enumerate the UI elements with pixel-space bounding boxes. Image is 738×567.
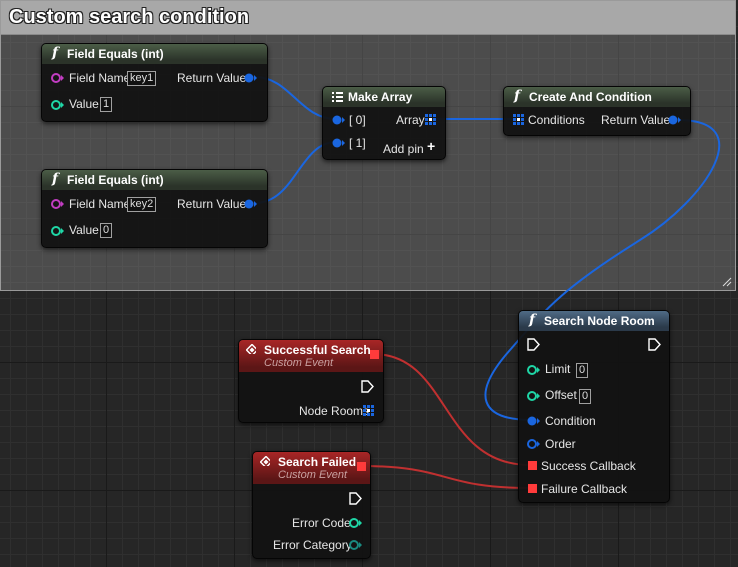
return-value-label: Return Value bbox=[177, 71, 247, 85]
field-name-input[interactable]: key1 bbox=[127, 71, 157, 86]
node-title: Successful Search bbox=[264, 343, 371, 357]
error-code-label: Error Code bbox=[292, 516, 351, 530]
value-input[interactable]: 1 bbox=[100, 97, 113, 112]
function-icon: f bbox=[52, 171, 59, 187]
array-pin-icon[interactable] bbox=[425, 114, 436, 125]
event-icon bbox=[246, 344, 256, 354]
int-pin-icon[interactable] bbox=[349, 517, 363, 529]
array-icon bbox=[332, 92, 343, 102]
exec-in-pin-icon[interactable] bbox=[527, 338, 540, 351]
return-value-label: Return Value bbox=[601, 113, 671, 127]
field-name-label: Field Name bbox=[69, 197, 131, 211]
struct-pin-icon[interactable] bbox=[332, 137, 346, 149]
node-rooms-label: Node Rooms bbox=[299, 404, 370, 418]
add-icon[interactable]: + bbox=[427, 138, 435, 154]
node-header[interactable]: f Field Equals (int) bbox=[42, 170, 267, 190]
node-title: Make Array bbox=[348, 90, 413, 104]
node-subtitle: Custom Event bbox=[264, 357, 334, 369]
struct-pin-icon[interactable] bbox=[244, 198, 258, 210]
conditions-label: Conditions bbox=[528, 113, 585, 127]
value-label: Value bbox=[69, 97, 99, 111]
node-header[interactable]: f Field Equals (int) bbox=[42, 44, 267, 64]
order-label: Order bbox=[545, 437, 576, 451]
condition-label: Condition bbox=[545, 414, 596, 428]
add-pin-label[interactable]: Add pin bbox=[383, 142, 424, 156]
success-callback-label: Success Callback bbox=[541, 459, 636, 473]
node-field-equals-1[interactable]: f Field Equals (int) Field Name key1 Ret… bbox=[41, 43, 268, 122]
struct-pin-icon[interactable] bbox=[527, 415, 541, 427]
node-title: Field Equals (int) bbox=[67, 173, 164, 187]
node-header[interactable]: Successful Search Custom Event bbox=[239, 340, 383, 372]
offset-label: Offset bbox=[545, 388, 577, 402]
function-icon: f bbox=[529, 312, 536, 328]
node-make-array[interactable]: Make Array [ 0] Array [ 1] Add pin + bbox=[322, 86, 446, 160]
node-header[interactable]: Search Failed Custom Event bbox=[253, 452, 370, 484]
node-header[interactable]: Make Array bbox=[323, 87, 445, 107]
node-successful-search[interactable]: Successful Search Custom Event Node Room… bbox=[238, 339, 384, 423]
node-title: Create And Condition bbox=[529, 90, 652, 104]
node-title: Search Node Room bbox=[544, 314, 655, 328]
struct-pin-icon[interactable] bbox=[244, 72, 258, 84]
int-pin-icon[interactable] bbox=[51, 99, 65, 111]
node-field-equals-2[interactable]: f Field Equals (int) Field Name key2 Ret… bbox=[41, 169, 268, 248]
error-category-label: Error Category bbox=[273, 538, 352, 552]
value-label: Value bbox=[69, 223, 99, 237]
array-pin-icon[interactable] bbox=[363, 405, 374, 416]
enum-pin-icon[interactable] bbox=[527, 438, 541, 450]
node-header[interactable]: f Search Node Room bbox=[519, 311, 669, 331]
name-pin-icon[interactable] bbox=[51, 72, 65, 84]
array-input-0-label: [ 0] bbox=[349, 113, 366, 127]
wire-failed-delegate bbox=[360, 465, 531, 489]
offset-input[interactable]: 0 bbox=[579, 389, 592, 404]
name-pin-icon[interactable] bbox=[51, 198, 65, 210]
limit-label: Limit bbox=[545, 362, 571, 376]
failure-callback-label: Failure Callback bbox=[541, 482, 628, 496]
return-value-label: Return Value bbox=[177, 197, 247, 211]
node-header[interactable]: f Create And Condition bbox=[504, 87, 690, 107]
struct-pin-icon[interactable] bbox=[668, 114, 682, 126]
node-title: Search Failed bbox=[278, 455, 357, 469]
array-output-label: Array bbox=[396, 113, 425, 127]
node-search-failed[interactable]: Search Failed Custom Event Error Code Er… bbox=[252, 451, 371, 559]
struct-pin-icon[interactable] bbox=[332, 114, 346, 126]
int-pin-icon[interactable] bbox=[51, 225, 65, 237]
node-search-node-room[interactable]: f Search Node Room Limit 0 Offset 0 Cond… bbox=[518, 310, 670, 503]
field-name-label: Field Name bbox=[69, 71, 131, 85]
delegate-pin-icon[interactable] bbox=[528, 484, 538, 494]
delegate-pin-icon[interactable] bbox=[528, 461, 538, 471]
struct-out-pin-icon[interactable] bbox=[349, 539, 363, 551]
exec-out-pin-icon[interactable] bbox=[648, 338, 661, 351]
function-icon: f bbox=[52, 45, 59, 61]
value-input[interactable]: 0 bbox=[100, 223, 113, 238]
delegate-pin-icon[interactable] bbox=[370, 350, 380, 360]
exec-out-pin-icon[interactable] bbox=[361, 380, 374, 393]
array-pin-icon[interactable] bbox=[513, 114, 524, 125]
field-name-input[interactable]: key2 bbox=[127, 197, 157, 212]
exec-out-pin-icon[interactable] bbox=[349, 492, 362, 505]
int-pin-icon[interactable] bbox=[527, 390, 541, 402]
int-pin-icon[interactable] bbox=[527, 364, 541, 376]
node-title: Field Equals (int) bbox=[67, 47, 164, 61]
limit-input[interactable]: 0 bbox=[576, 363, 589, 378]
function-icon: f bbox=[514, 88, 521, 104]
array-input-1-label: [ 1] bbox=[349, 136, 366, 150]
node-subtitle: Custom Event bbox=[278, 469, 348, 481]
wire-success-delegate bbox=[372, 353, 531, 466]
event-icon bbox=[260, 456, 270, 466]
node-create-and-condition[interactable]: f Create And Condition Conditions Return… bbox=[503, 86, 691, 136]
delegate-pin-icon[interactable] bbox=[357, 462, 367, 472]
